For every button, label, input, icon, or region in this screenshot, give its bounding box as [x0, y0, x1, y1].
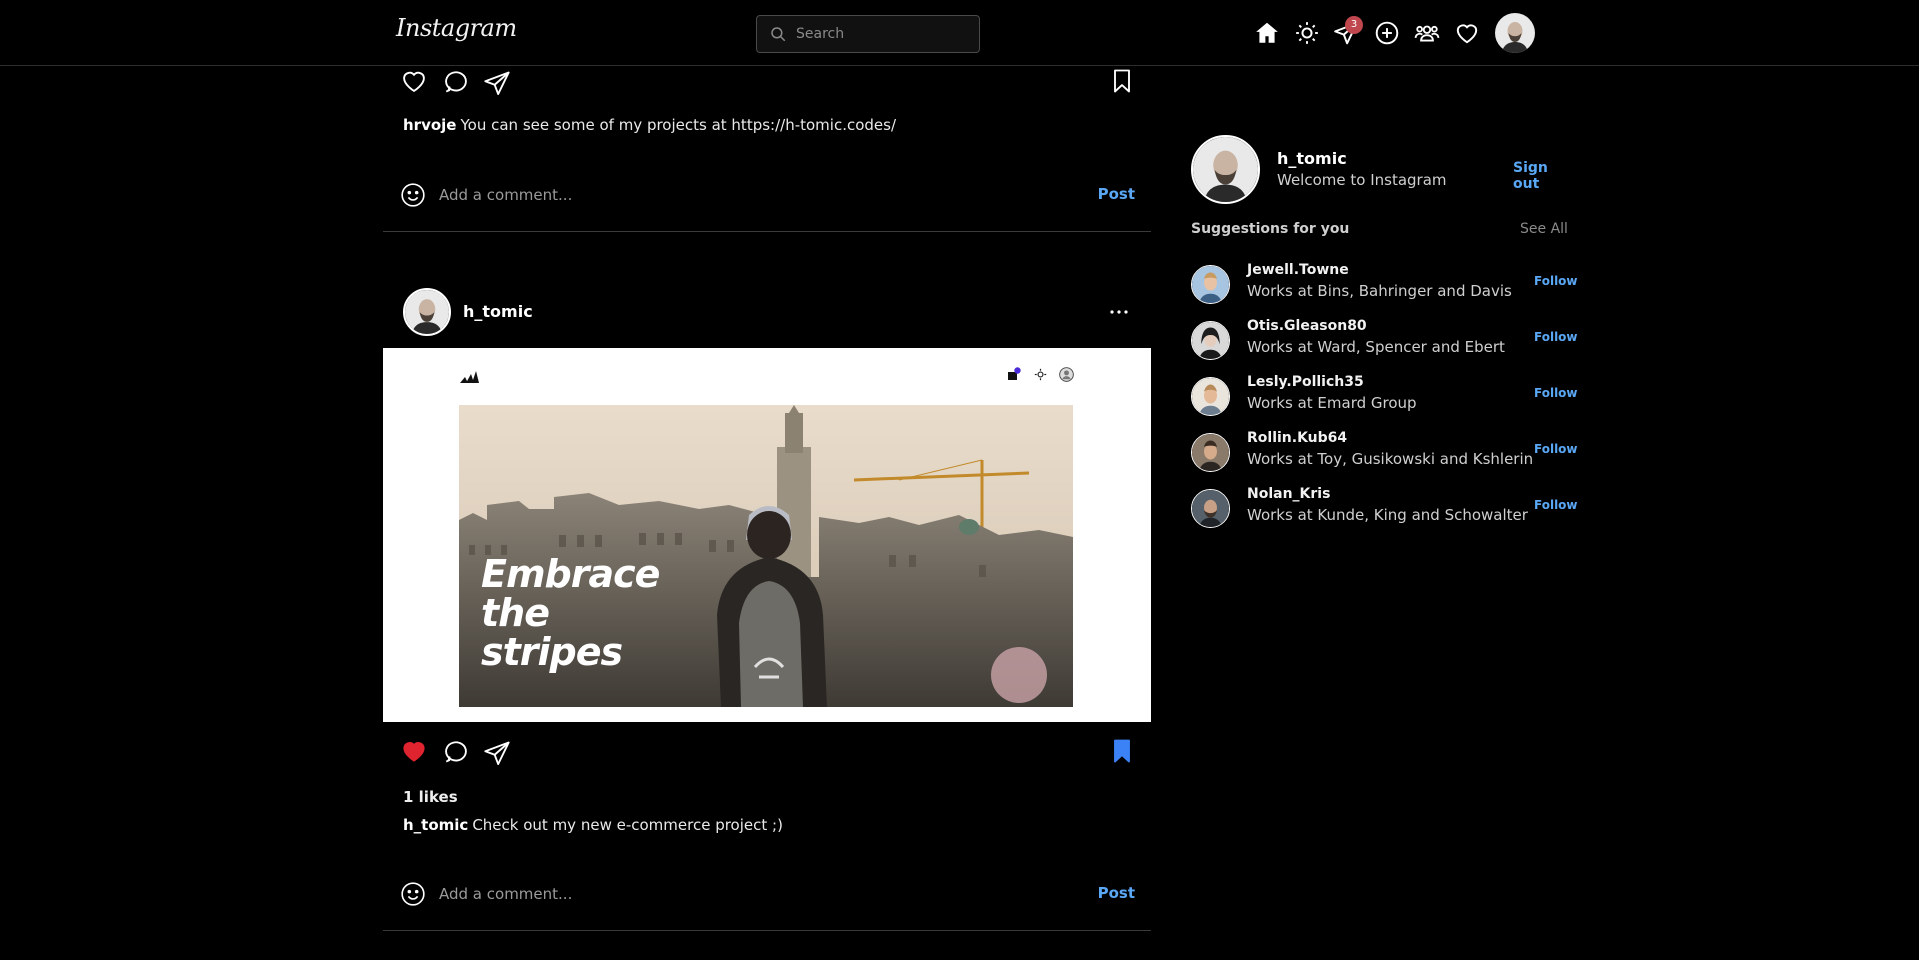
new-post-icon[interactable]: [1374, 20, 1400, 46]
emoji-icon[interactable]: [400, 182, 426, 208]
post-actions: [383, 736, 1151, 770]
suggestion-username[interactable]: Nolan_Kris: [1247, 486, 1330, 502]
current-user-avatar[interactable]: [1191, 135, 1260, 204]
saved-bookmark-icon[interactable]: [1108, 737, 1136, 765]
follow-button[interactable]: Follow: [1534, 442, 1578, 456]
post-caption: h_tomic Check out my new e-commerce proje…: [403, 816, 783, 834]
suggestion-item: Nolan_Kris Works at Kunde, King and Scho…: [1191, 486, 1578, 534]
prev-post-actions: [383, 66, 1151, 100]
follow-button[interactable]: Follow: [1534, 386, 1578, 400]
suggestion-username[interactable]: Lesly.Pollich35: [1247, 374, 1364, 390]
people-icon[interactable]: [1414, 20, 1440, 46]
search-box[interactable]: [756, 15, 980, 53]
post-header: h_tomic: [383, 278, 1151, 338]
emoji-icon[interactable]: [400, 881, 426, 907]
post-comment-button[interactable]: Post: [1098, 884, 1135, 902]
suggestion-username[interactable]: Jewell.Towne: [1247, 262, 1349, 278]
banner-headline: Embrace the stripes: [481, 552, 660, 674]
see-all-button[interactable]: See All: [1520, 221, 1568, 237]
suggestion-avatar[interactable]: [1191, 377, 1230, 416]
suggestion-item: Lesly.Pollich35 Works at Emard Group Fol…: [1191, 374, 1578, 422]
top-navbar: Instagram 3: [0, 0, 1919, 66]
share-send-icon[interactable]: [483, 739, 511, 767]
banner-photo: Embrace the stripes: [459, 405, 1073, 707]
suggestion-item: Jewell.Towne Works at Bins, Bahringer an…: [1191, 262, 1578, 310]
prev-post-comment-row: Post: [383, 175, 1151, 215]
post-comment-row: Post: [383, 874, 1151, 914]
post-comment-button[interactable]: Post: [1098, 185, 1135, 203]
suggestion-avatar[interactable]: [1191, 433, 1230, 472]
headline-line-1: Embrace: [481, 552, 660, 596]
more-options-icon[interactable]: [1107, 302, 1131, 322]
suggestion-works: Works at Ward, Spencer and Ebert: [1247, 338, 1505, 356]
instagram-logo[interactable]: Instagram: [396, 14, 517, 42]
comment-input[interactable]: [439, 882, 1039, 906]
search-icon: [771, 27, 786, 42]
suggestion-works: Works at Emard Group: [1247, 394, 1417, 412]
prev-post-caption: hrvoje You can see some of my projects at…: [403, 116, 896, 134]
post-divider: [383, 231, 1151, 232]
suggestion-avatar[interactable]: [1191, 489, 1230, 528]
theme-sun-icon: [1034, 368, 1047, 381]
liked-heart-icon[interactable]: [400, 737, 428, 765]
cart-icon: [1008, 367, 1021, 380]
activity-heart-icon[interactable]: [1454, 20, 1480, 46]
post-divider: [383, 930, 1151, 931]
sun-icon[interactable]: [1294, 20, 1320, 46]
suggestion-works: Works at Kunde, King and Schowalter: [1247, 506, 1528, 524]
welcome-text: Welcome to Instagram: [1277, 171, 1447, 189]
caption-text: Check out my new e-commerce project ;): [472, 816, 783, 834]
caption-username[interactable]: h_tomic: [403, 816, 468, 834]
suggestion-avatar[interactable]: [1191, 265, 1230, 304]
share-send-icon[interactable]: [483, 69, 511, 97]
likes-count[interactable]: 1 likes: [403, 788, 458, 806]
follow-button[interactable]: Follow: [1534, 498, 1578, 512]
caption-text: You can see some of my projects at https…: [460, 116, 897, 134]
sign-out-button[interactable]: Sign out: [1513, 160, 1571, 192]
profile-avatar[interactable]: [1495, 13, 1535, 53]
suggestion-works: Works at Bins, Bahringer and Davis: [1247, 282, 1512, 300]
suggestion-item: Rollin.Kub64 Works at Toy, Gusikowski an…: [1191, 430, 1578, 478]
post-author-username[interactable]: h_tomic: [463, 302, 533, 321]
user-icon: [1059, 367, 1074, 382]
suggestion-username[interactable]: Otis.Gleason80: [1247, 318, 1367, 334]
suggestion-works: Works at Toy, Gusikowski and Kshlerin: [1247, 450, 1534, 468]
follow-button[interactable]: Follow: [1534, 274, 1578, 288]
comment-input[interactable]: [439, 183, 1039, 207]
home-icon[interactable]: [1254, 20, 1280, 46]
caption-username[interactable]: hrvoje: [403, 116, 456, 134]
current-user-name[interactable]: h_tomic: [1277, 149, 1347, 168]
headline-line-2: the: [481, 591, 550, 635]
adidas-logo-icon: [460, 371, 479, 383]
suggestion-item: Otis.Gleason80 Works at Ward, Spencer an…: [1191, 318, 1578, 366]
post-image[interactable]: Embrace the stripes: [383, 348, 1151, 722]
suggestion-username[interactable]: Rollin.Kub64: [1247, 430, 1347, 446]
comment-bubble-icon[interactable]: [442, 738, 470, 766]
search-input[interactable]: [796, 26, 956, 42]
suggestion-avatar[interactable]: [1191, 321, 1230, 360]
like-heart-icon[interactable]: [400, 67, 428, 95]
comment-bubble-icon[interactable]: [442, 68, 470, 96]
headline-line-3: stripes: [481, 630, 623, 674]
follow-button[interactable]: Follow: [1534, 330, 1578, 344]
messages-badge: 3: [1345, 16, 1363, 34]
suggestions-title: Suggestions for you: [1191, 221, 1350, 237]
post-author-avatar[interactable]: [403, 288, 451, 336]
bookmark-icon[interactable]: [1108, 67, 1136, 95]
